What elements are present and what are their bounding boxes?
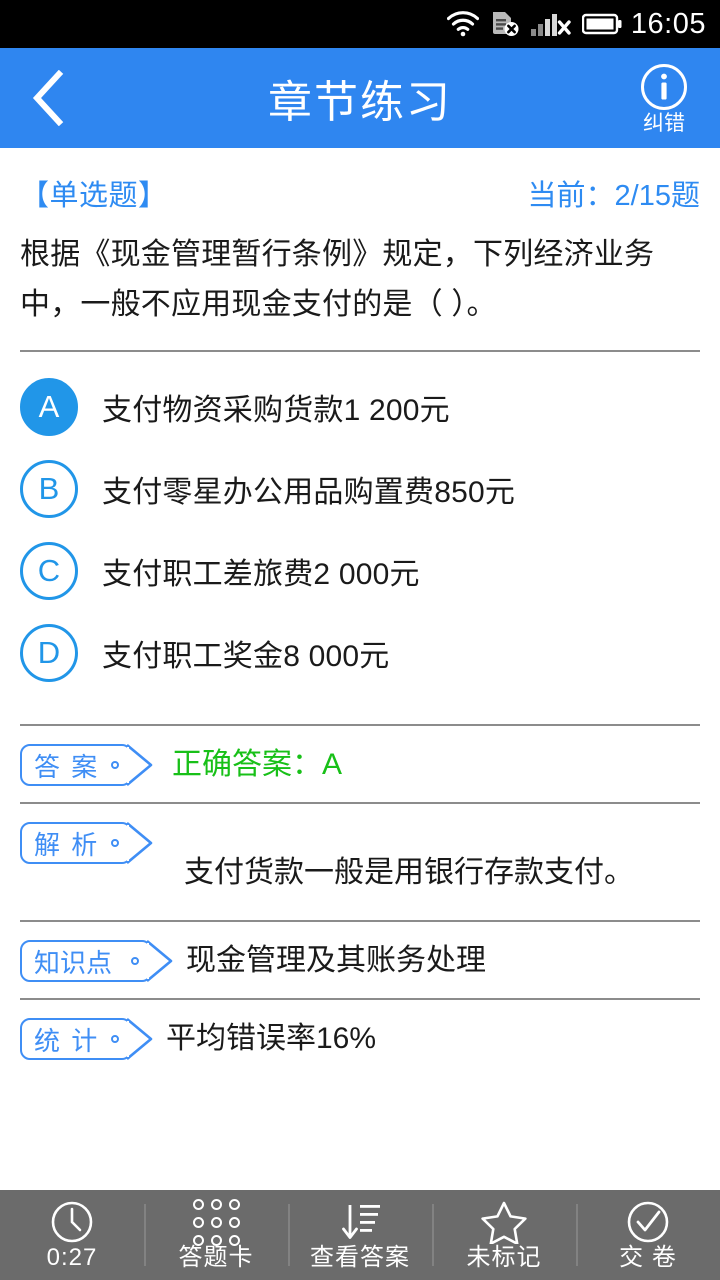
option-badge-a: A (20, 378, 78, 436)
view-answer-label: 查看答案 (310, 1244, 410, 1271)
analysis-tag-label: 解 析 (34, 829, 100, 860)
answer-row: 答 案 正确答案：A (20, 726, 700, 802)
option-text-a: 支付物资采购货款1 200元 (102, 394, 450, 427)
answer-sheet-label: 答题卡 (178, 1244, 254, 1271)
answer-tag: 答 案 (20, 744, 153, 786)
question-content: 【单选题】 当前：2/15题 根据《现金管理暂行条例》规定，下列经济业务中，一般… (0, 148, 720, 1076)
option-row-a[interactable]: A 支付物资采购货款1 200元 (20, 366, 700, 448)
tag-dot-icon (111, 1035, 119, 1043)
knowledge-tag: 知识点 (20, 940, 173, 982)
signal-no-service-icon (530, 14, 571, 36)
star-outline-icon (481, 1201, 527, 1244)
answer-sheet-button[interactable]: 答题卡 (144, 1190, 288, 1280)
view-answer-sort-icon-wrap (337, 1200, 383, 1244)
option-badge-d: D (20, 624, 78, 682)
stats-tag: 统 计 (20, 1018, 153, 1060)
option-row-d[interactable]: D 支付职工奖金8 000元 (20, 612, 700, 694)
view-answer-sort-icon (342, 1205, 380, 1239)
mark-label: 未标记 (466, 1244, 542, 1271)
submit-button[interactable]: 交 卷 (576, 1190, 720, 1280)
clock-icon (51, 1201, 93, 1243)
chevron-left-icon (32, 70, 64, 126)
answer-sheet-grid-icon-wrap (192, 1198, 240, 1246)
option-badge-b: B (20, 460, 78, 518)
status-bar-icons (446, 10, 622, 38)
answer-sheet-grid-icon (192, 1198, 240, 1246)
question-stem: 根据《现金管理暂行条例》规定，下列经济业务中，一般不应用现金支付的是（ ）。 (20, 238, 655, 321)
check-circle-icon (627, 1201, 669, 1243)
question-type-label: 【单选题】 (20, 180, 168, 212)
tag-dot-icon (111, 761, 119, 769)
app-header: 章节练习 纠错 (0, 48, 720, 148)
option-text-b: 支付零星办公用品购置费850元 (102, 476, 516, 509)
status-bar-clock: 16:05 (630, 7, 706, 40)
back-button[interactable] (0, 48, 96, 148)
stats-tag-label: 统 计 (34, 1025, 100, 1056)
status-bar: 16:05 (0, 0, 720, 48)
question-meta-row: 【单选题】 当前：2/15题 (20, 148, 700, 214)
wifi-icon (446, 11, 479, 37)
report-error-label: 纠错 (643, 112, 685, 135)
option-text-c: 支付职工差旅费2 000元 (102, 558, 420, 591)
knowledge-tag-label: 知识点 (34, 947, 113, 978)
stats-row: 统 计 平均错误率16% (20, 1000, 700, 1076)
tag-arrow-icon (147, 940, 173, 982)
tag-arrow-icon (127, 822, 153, 864)
battery-icon (581, 13, 622, 35)
mark-button[interactable]: 未标记 (432, 1190, 576, 1280)
option-badge-c: C (20, 542, 78, 600)
view-answer-button[interactable]: 查看答案 (288, 1190, 432, 1280)
check-circle-icon-wrap (626, 1200, 670, 1244)
info-circle-icon (641, 64, 687, 110)
analysis-row: 解 析 支付货款一般是用银行存款支付。 (20, 804, 700, 920)
submit-label: 交 卷 (619, 1244, 677, 1271)
answer-value: 正确答案：A (172, 748, 343, 781)
option-row-c[interactable]: C 支付职工差旅费2 000元 (20, 530, 700, 612)
sim-card-error-icon (492, 12, 519, 36)
knowledge-row: 知识点 现金管理及其账务处理 (20, 922, 700, 998)
question-progress-label: 当前：2/15题 (527, 180, 700, 212)
tag-arrow-icon (127, 744, 153, 786)
bottom-toolbar: 0:27 答题卡 查看答案 未标记 交 卷 (0, 1190, 720, 1280)
page-title: 章节练习 (268, 78, 452, 127)
tag-dot-icon (111, 839, 119, 847)
tag-dot-icon (131, 957, 139, 965)
option-text-d: 支付职工奖金8 000元 (102, 640, 390, 673)
star-outline-icon-wrap (480, 1200, 528, 1244)
timer-button[interactable]: 0:27 (0, 1190, 144, 1280)
options-list: A 支付物资采购货款1 200元 B 支付零星办公用品购置费850元 C 支付职… (20, 352, 700, 694)
analysis-value: 支付货款一般是用银行存款支付。 (184, 856, 634, 889)
report-error-button[interactable]: 纠错 (616, 48, 712, 148)
knowledge-value: 现金管理及其账务处理 (186, 944, 486, 977)
stats-value: 平均错误率16% (166, 1022, 377, 1055)
option-row-b[interactable]: B 支付零星办公用品购置费850元 (20, 448, 700, 530)
clock-icon-wrap (50, 1200, 94, 1244)
tag-arrow-icon (127, 1018, 153, 1060)
analysis-tag: 解 析 (20, 822, 153, 864)
timer-label: 0:27 (46, 1244, 98, 1271)
answer-tag-label: 答 案 (34, 751, 100, 782)
